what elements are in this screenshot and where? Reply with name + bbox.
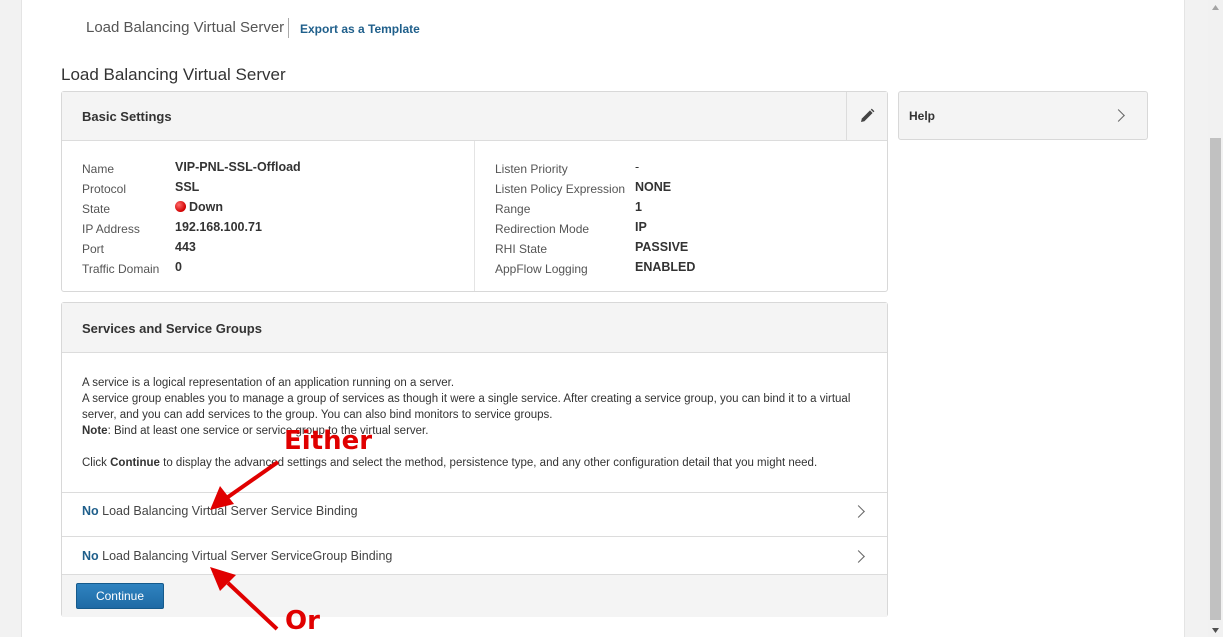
either-arrow bbox=[210, 460, 280, 510]
annotation-arrows bbox=[210, 460, 280, 631]
annotation-either: Either bbox=[284, 426, 373, 456]
annotation-or: Or bbox=[285, 606, 320, 636]
or-arrow bbox=[210, 567, 279, 631]
